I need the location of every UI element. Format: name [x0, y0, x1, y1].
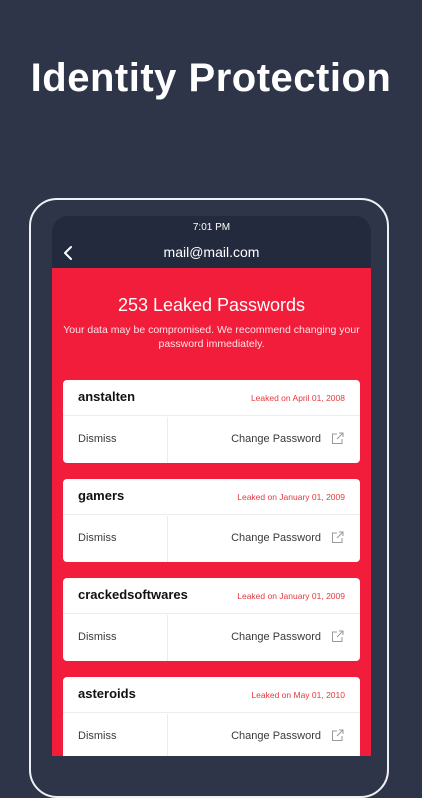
leak-date: Leaked on April 01, 2008: [250, 393, 345, 403]
leak-card-header: gamers Leaked on January 01, 2009: [63, 479, 360, 515]
change-password-button[interactable]: Change Password: [231, 631, 321, 643]
leak-card: anstalten Leaked on April 01, 2008 Dismi…: [63, 380, 360, 463]
app-screen: 7:01 PM mail@mail.com 253 Leaked Passwor…: [52, 216, 371, 756]
leak-date: Leaked on January 01, 2009: [237, 591, 345, 601]
nav-title: mail@mail.com: [163, 244, 260, 260]
card-divider: [167, 417, 168, 463]
leak-card: crackedsoftwares Leaked on January 01, 2…: [63, 578, 360, 661]
leak-count-title: 253 Leaked Passwords: [117, 295, 306, 315]
external-link-icon[interactable]: [331, 432, 344, 445]
leak-date: Leaked on May 01, 2010: [251, 690, 345, 700]
dismiss-button[interactable]: Dismiss: [78, 631, 117, 643]
status-time: 7:01 PM: [192, 222, 231, 233]
leak-panel: 253 Leaked Passwords Your data may be co…: [52, 268, 371, 756]
dismiss-button[interactable]: Dismiss: [78, 532, 117, 544]
leak-card: gamers Leaked on January 01, 2009 Dismis…: [63, 479, 360, 562]
leak-site-name: anstalten: [78, 389, 136, 404]
leak-card-header: anstalten Leaked on April 01, 2008: [63, 380, 360, 416]
change-password-button[interactable]: Change Password: [231, 433, 321, 445]
external-link-icon[interactable]: [331, 729, 344, 742]
dismiss-button[interactable]: Dismiss: [78, 730, 117, 742]
leak-site-name: gamers: [78, 488, 125, 503]
external-link-icon[interactable]: [331, 531, 344, 544]
leak-card-header: asteroids Leaked on May 01, 2010: [63, 677, 360, 713]
nav-bar: mail@mail.com: [52, 240, 371, 266]
card-divider: [167, 615, 168, 661]
change-password-button[interactable]: Change Password: [231, 730, 321, 742]
leak-card: asteroids Leaked on May 01, 2010 Dismiss…: [63, 677, 360, 756]
card-divider: [167, 516, 168, 562]
leak-card-header: crackedsoftwares Leaked on January 01, 2…: [63, 578, 360, 614]
leak-description: Your data may be compromised. We recomme…: [63, 324, 360, 350]
dismiss-button[interactable]: Dismiss: [78, 433, 117, 445]
leak-site-name: crackedsoftwares: [78, 587, 188, 602]
leak-site-name: asteroids: [78, 686, 136, 701]
change-password-button[interactable]: Change Password: [231, 532, 321, 544]
leak-date: Leaked on January 01, 2009: [237, 492, 345, 502]
external-link-icon[interactable]: [331, 630, 344, 643]
headline: Identity Protection: [30, 56, 392, 100]
